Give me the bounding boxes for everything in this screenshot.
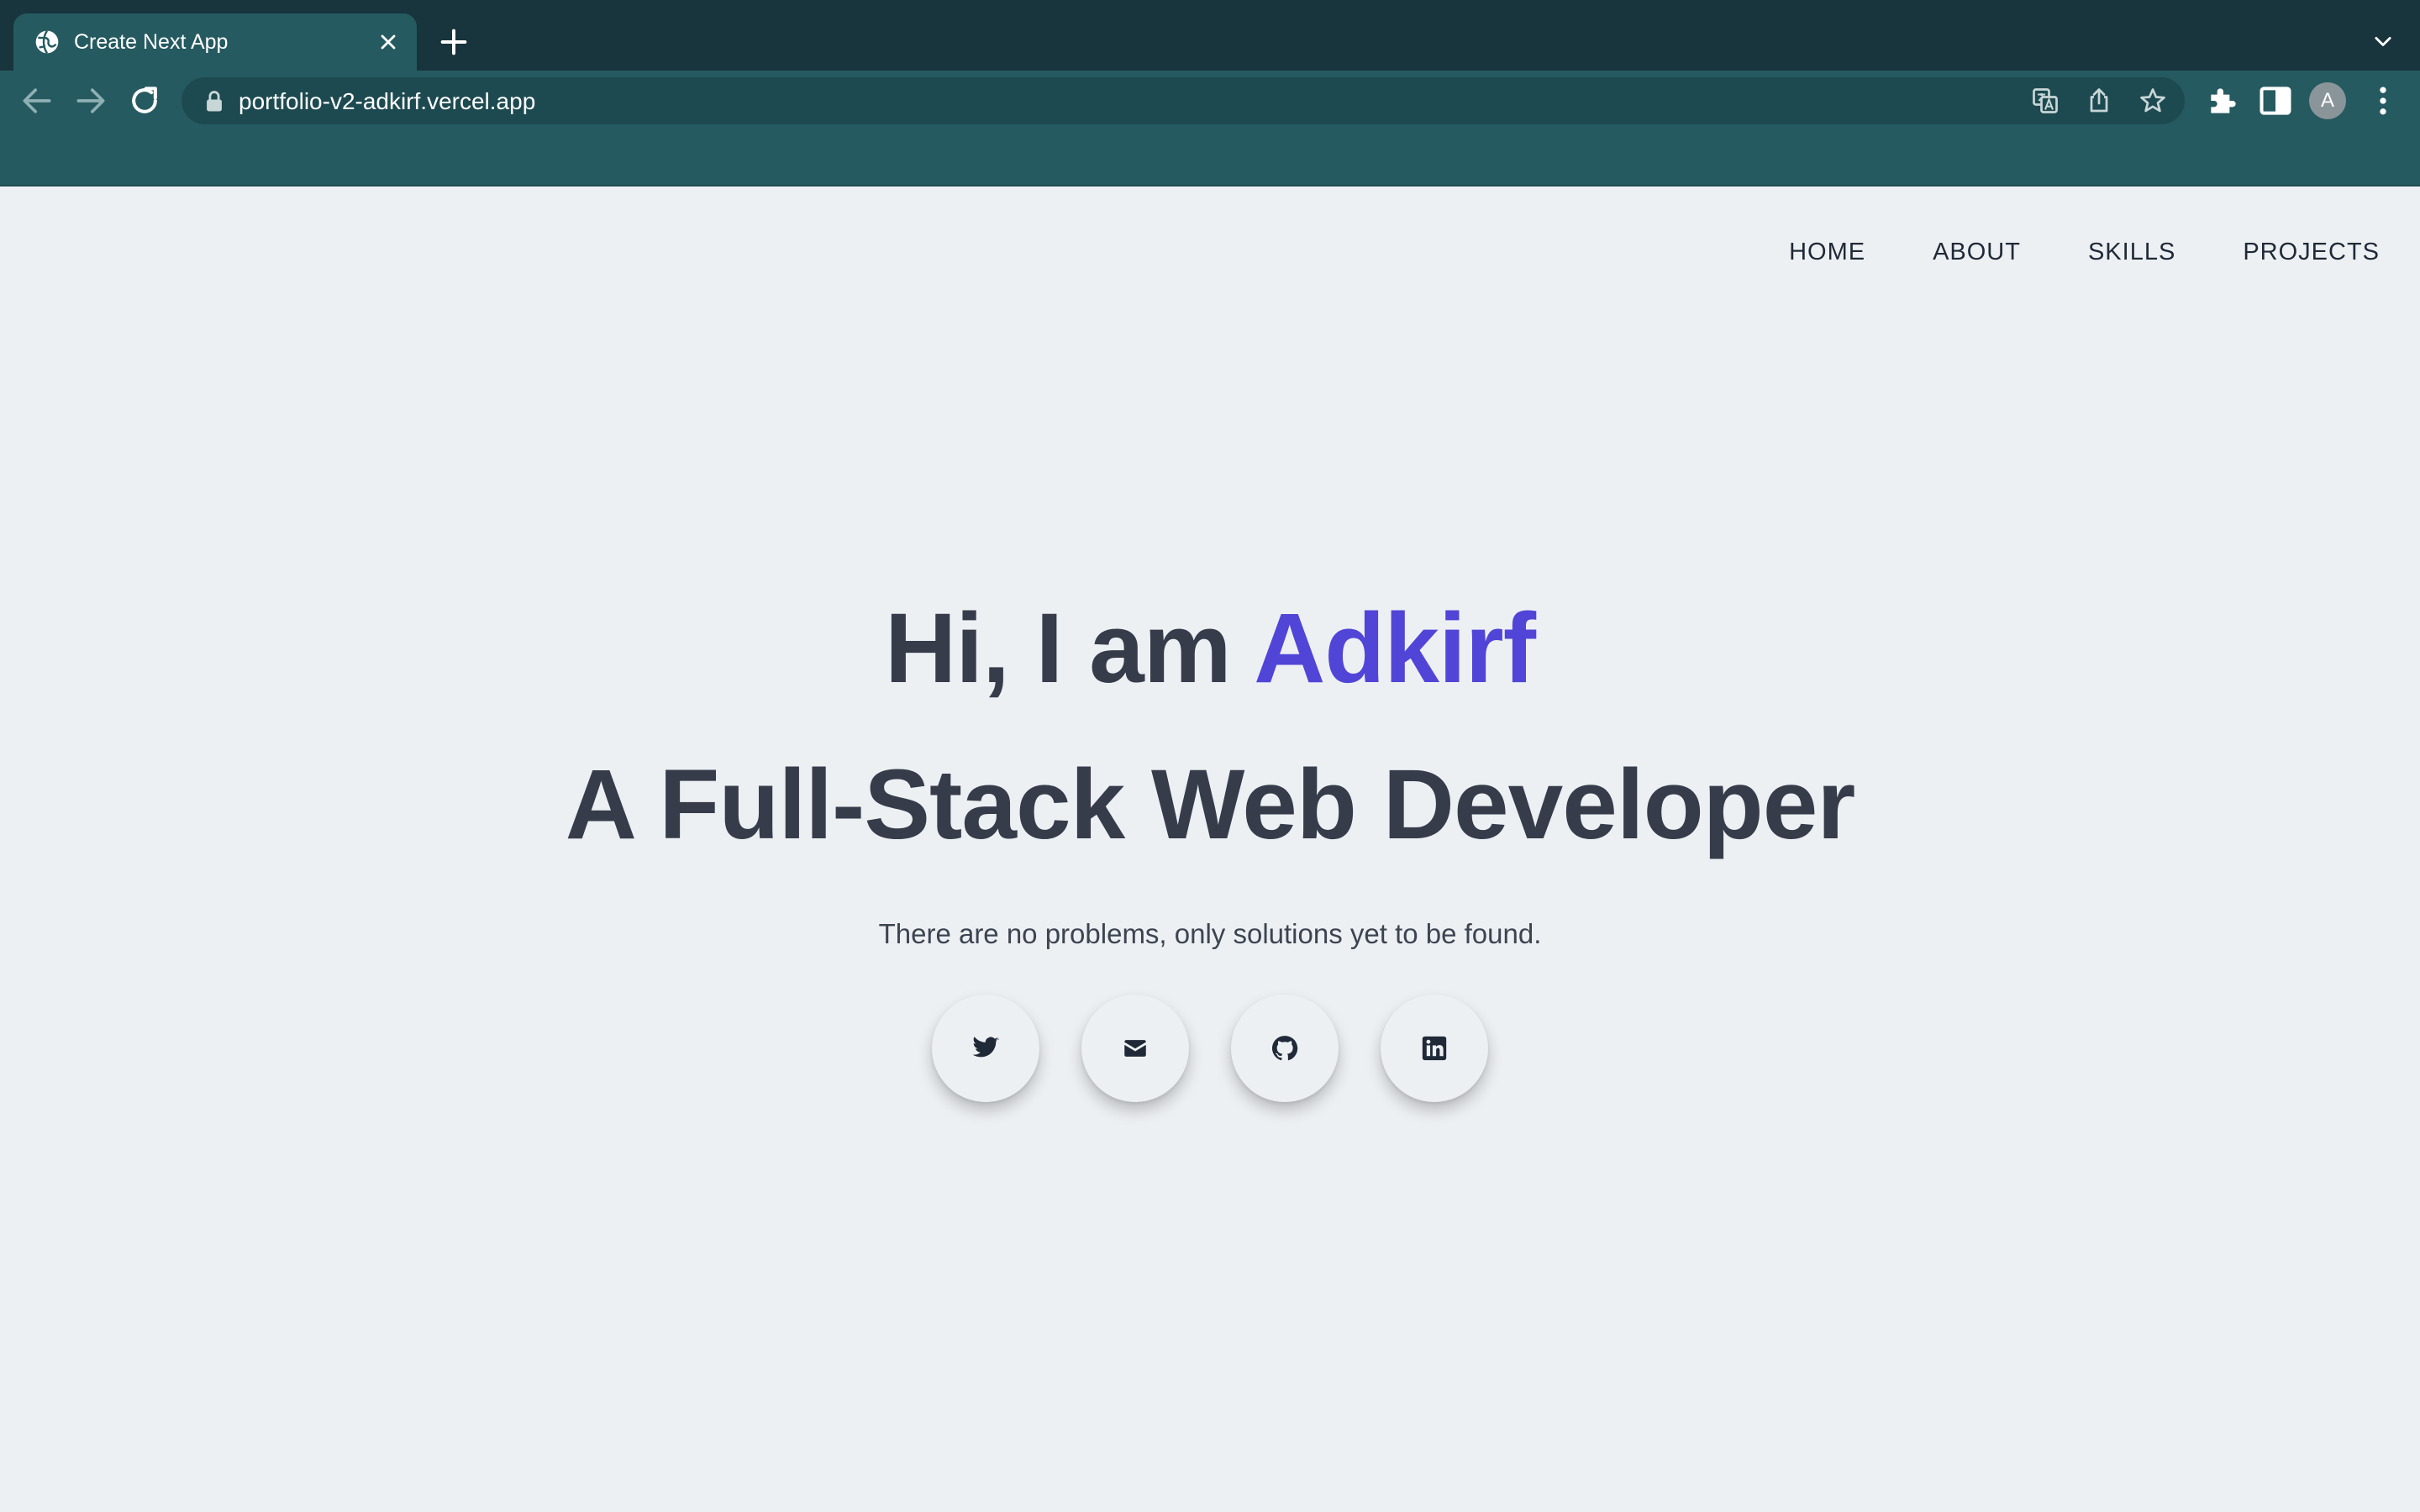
extensions-puzzle-icon[interactable] bbox=[2205, 82, 2242, 119]
twitter-icon bbox=[972, 1037, 999, 1058]
hero-tagline: There are no problems, only solutions ye… bbox=[878, 918, 1542, 949]
browser-toolbar: portfolio-v2-adkirf.vercel.app A bbox=[0, 71, 2420, 186]
nav-projects-link[interactable]: PROJECTS bbox=[2243, 237, 2380, 267]
translate-icon[interactable] bbox=[2030, 86, 2060, 116]
lock-icon[interactable] bbox=[203, 90, 225, 113]
url-text[interactable]: portfolio-v2-adkirf.vercel.app bbox=[239, 87, 535, 116]
nav-home-link[interactable]: HOME bbox=[1789, 237, 1865, 267]
nav-skills-link[interactable]: SKILLS bbox=[2088, 237, 2175, 267]
chevron-down-icon[interactable] bbox=[2370, 30, 2396, 54]
side-panel-icon[interactable] bbox=[2257, 82, 2294, 119]
linkedin-icon bbox=[1422, 1036, 1447, 1061]
globe-icon bbox=[35, 30, 59, 54]
share-icon[interactable] bbox=[2084, 86, 2114, 116]
bookmark-star-icon[interactable] bbox=[2138, 86, 2168, 116]
hero-role-heading: A Full-Stack Web Developer bbox=[565, 749, 1856, 860]
new-tab-plus-icon[interactable] bbox=[437, 25, 471, 59]
linkedin-button[interactable] bbox=[1381, 995, 1488, 1102]
page-content: HOME ABOUT SKILLS PROJECTS Hi, I am Adki… bbox=[0, 186, 2420, 1512]
browser-tab-strip: Create Next App bbox=[0, 0, 2420, 71]
email-button[interactable] bbox=[1081, 995, 1189, 1102]
hero-section: Hi, I am Adkirf A Full-Stack Web Develop… bbox=[0, 581, 2420, 953]
hero-name: Adkirf bbox=[1254, 593, 1536, 704]
github-button[interactable] bbox=[1231, 995, 1339, 1102]
address-bar[interactable]: portfolio-v2-adkirf.vercel.app bbox=[182, 77, 2185, 124]
hero-greeting-heading: Hi, I am Adkirf bbox=[0, 581, 2420, 716]
github-icon bbox=[1271, 1036, 1298, 1061]
hero-greeting: Hi, I am bbox=[884, 593, 1255, 704]
nav-about-link[interactable]: ABOUT bbox=[1933, 237, 2021, 267]
reload-icon[interactable] bbox=[126, 82, 163, 119]
mail-icon bbox=[1124, 1040, 1146, 1057]
more-menu-icon[interactable] bbox=[2365, 82, 2402, 119]
close-icon[interactable] bbox=[376, 30, 400, 54]
top-nav: HOME ABOUT SKILLS PROJECTS bbox=[1789, 237, 2380, 267]
tab-title: Create Next App bbox=[74, 30, 229, 54]
back-arrow-icon[interactable] bbox=[18, 82, 55, 119]
profile-avatar[interactable]: A bbox=[2309, 82, 2346, 119]
social-links bbox=[0, 995, 2420, 1102]
browser-tab[interactable]: Create Next App bbox=[13, 13, 417, 71]
forward-arrow-icon[interactable] bbox=[72, 82, 109, 119]
twitter-button[interactable] bbox=[932, 995, 1039, 1102]
